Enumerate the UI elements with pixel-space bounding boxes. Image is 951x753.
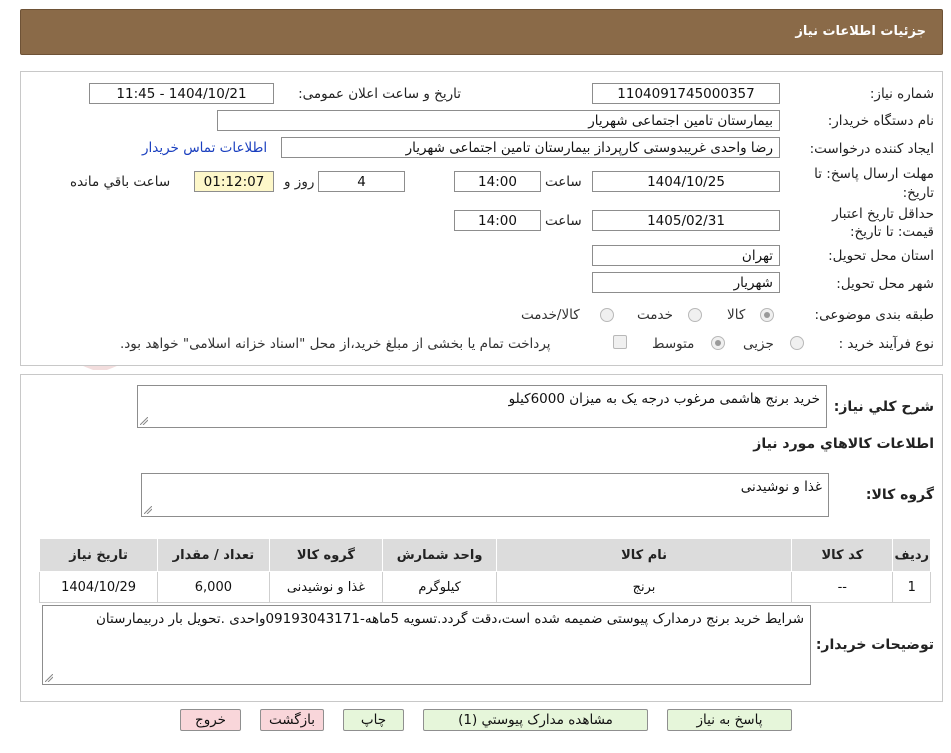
summary-title-text: خرید برنج هاشمی مرغوب درجه یک به میزان 6… — [508, 391, 820, 407]
cell-quantity: 6,000 — [157, 571, 270, 603]
process-label: نوع فرآیند خرید : — [838, 336, 934, 352]
province-label: استان محل تحویل: — [828, 248, 934, 264]
goods-group-textarea[interactable]: غذا و نوشیدنی — [141, 473, 829, 517]
cell-unit: کیلوگرم — [382, 571, 497, 603]
process-option-minor: جزیی — [743, 336, 774, 352]
back-button[interactable]: بازگشت — [260, 709, 324, 731]
days-remaining-field[interactable]: 4 — [318, 171, 405, 192]
category-option-goods-service: کالا/خدمت — [521, 307, 580, 323]
cell-goods-group: غذا و نوشیدنی — [268, 571, 384, 603]
page-title: جزئیات اطلاعات نیاز — [795, 24, 926, 39]
table-header-row: رديف کد کالا نام کالا واحد شمارش گروه کا… — [38, 538, 931, 572]
view-attachments-button[interactable]: مشاهده مدارک پیوستي (1) — [423, 709, 648, 731]
need-number-field[interactable]: 1104091745000357 — [592, 83, 780, 104]
print-button[interactable]: چاپ — [343, 709, 404, 731]
validity-time-field[interactable]: 14:00 — [454, 210, 541, 231]
summary-title-textarea[interactable]: خرید برنج هاشمی مرغوب درجه یک به میزان 6… — [137, 385, 827, 428]
cell-row-number: 1 — [892, 571, 931, 603]
category-radio-goods-service[interactable] — [600, 308, 614, 322]
table-row[interactable]: 1 -- برنج کیلوگرم غذا و نوشیدنی 6,000 14… — [38, 571, 931, 603]
buyer-contact-link[interactable]: اطلاعات تماس خریدار — [142, 140, 267, 156]
validity-label: حداقل تاریخ اعتبار — [832, 206, 934, 222]
cell-goods-name: برنج — [495, 571, 793, 603]
city-label: شهر محل تحویل: — [836, 276, 934, 292]
goods-group-label: گروه کالا: — [865, 487, 934, 503]
announce-datetime-field[interactable]: 1404/10/21 - 11:45 — [89, 83, 274, 104]
reply-deadline-label: مهلت ارسال پاسخ: تا — [814, 166, 934, 182]
process-radio-minor[interactable] — [790, 336, 804, 350]
buyer-notes-textarea[interactable]: شرایط خرید برنج درمدارک پیوستی ضمیمه شده… — [42, 605, 811, 685]
items-heading: اطلاعات کالاهاي مورد نياز — [753, 436, 934, 452]
exit-button[interactable]: خروج — [180, 709, 241, 731]
remaining-label: ساعت باقي مانده — [70, 174, 171, 190]
creator-label: ایجاد کننده درخواست: — [809, 141, 934, 157]
category-radio-service[interactable] — [688, 308, 702, 322]
announce-label: تاریخ و ساعت اعلان عمومی: — [298, 86, 461, 102]
col-header-goods-code: کد کالا — [791, 538, 894, 572]
remaining-timer: 01:12:07 — [194, 171, 274, 192]
resize-grip-icon[interactable] — [140, 417, 148, 425]
buyer-notes-text: شرایط خرید برنج درمدارک پیوستی ضمیمه شده… — [96, 611, 804, 627]
col-header-goods-name: نام کالا — [495, 538, 793, 572]
process-radio-medium[interactable] — [711, 336, 725, 350]
buyer-org-field[interactable]: بیمارستان تامین اجتماعی شهریار — [217, 110, 780, 131]
validity-date-field[interactable]: 1405/02/31 — [592, 210, 780, 231]
buyer-org-label: نام دستگاه خریدار: — [827, 113, 934, 129]
days-label: روز و — [284, 174, 315, 190]
goods-group-text: غذا و نوشیدنی — [740, 479, 822, 495]
treasury-checkbox[interactable] — [613, 335, 627, 349]
validity-label-2: قیمت: تا تاریخ: — [850, 224, 934, 240]
treasury-payment-note: پرداخت تمام یا بخشی از مبلغ خرید،از محل … — [120, 336, 551, 352]
reply-deadline-label-2: تاریخ: — [902, 185, 934, 201]
cell-need-date: 1404/10/29 — [38, 571, 159, 603]
col-header-need-date: تاریخ نیاز — [38, 538, 159, 572]
col-header-row-number: رديف — [892, 538, 931, 572]
summary-title-label: شرح کلي نياز: — [833, 399, 934, 415]
items-table: رديف کد کالا نام کالا واحد شمارش گروه کا… — [38, 538, 931, 603]
validity-time-label: ساعت — [545, 213, 582, 229]
category-option-goods: کالا — [727, 307, 746, 323]
category-label: طبقه بندی موضوعی: — [814, 307, 934, 323]
buyer-notes-label: توضیحات خریدار: — [815, 637, 934, 653]
col-header-quantity: تعداد / مقدار — [157, 538, 270, 572]
need-number-label: شماره نیاز: — [869, 86, 934, 102]
cell-goods-code: -- — [791, 571, 894, 603]
province-field[interactable]: تهران — [592, 245, 780, 266]
city-field[interactable]: شهریار — [592, 272, 780, 293]
reply-date-field[interactable]: 1404/10/25 — [592, 171, 780, 192]
creator-field[interactable]: رضا واحدی غریبدوستی کارپرداز بیمارستان ت… — [281, 137, 780, 158]
category-radio-goods[interactable] — [760, 308, 774, 322]
process-option-medium: متوسط — [652, 336, 695, 352]
category-option-service: خدمت — [637, 307, 673, 323]
reply-time-field[interactable]: 14:00 — [454, 171, 541, 192]
resize-grip-icon[interactable] — [144, 506, 152, 514]
col-header-unit: واحد شمارش — [382, 538, 497, 572]
resize-grip-icon[interactable] — [45, 674, 53, 682]
col-header-goods-group: گروه کالا — [268, 538, 384, 572]
reply-time-label: ساعت — [545, 174, 582, 190]
page-header: جزئیات اطلاعات نیاز — [20, 9, 943, 55]
reply-to-need-button[interactable]: پاسخ به نیاز — [667, 709, 792, 731]
